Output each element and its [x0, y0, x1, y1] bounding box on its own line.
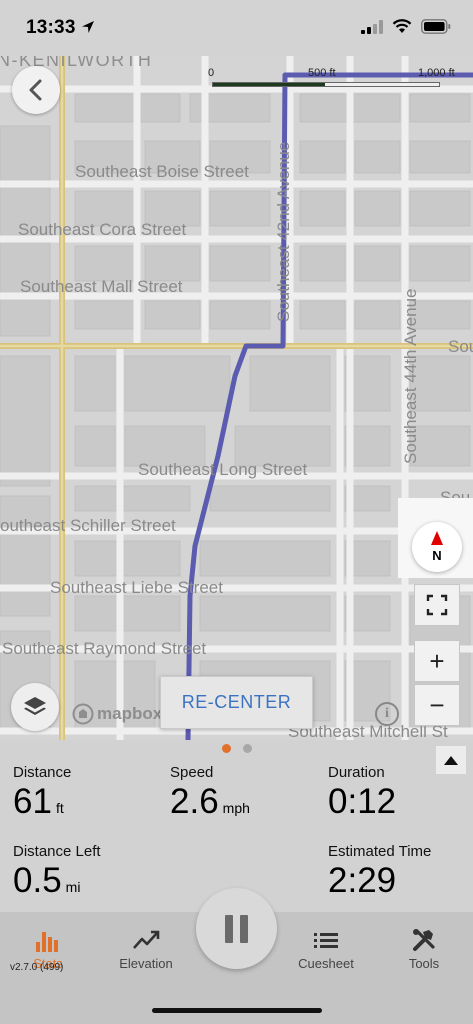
tab-tools-label: Tools [408, 956, 440, 971]
street-label-mall: Southeast Mall Street [20, 277, 183, 296]
status-bar: 13:33 [0, 0, 473, 56]
caret-up-icon [444, 755, 458, 765]
chevron-left-icon [29, 79, 42, 101]
fullscreen-button[interactable] [414, 584, 460, 626]
scale-label-zero: 0 [208, 67, 215, 79]
tab-cuesheet-label: Cuesheet [298, 956, 354, 971]
stat-distance-left-value-row: 0.5 mi [13, 861, 101, 901]
compass-button[interactable]: N [412, 522, 462, 572]
scale-bar-track [212, 82, 440, 87]
stat-duration-label: Duration [328, 764, 385, 781]
zoom-in-button[interactable]: + [414, 640, 460, 682]
stat-distance-left-unit: mi [65, 879, 81, 895]
page-dot-inactive [243, 744, 252, 753]
street-label-sou-top: Sou [448, 337, 473, 356]
stat-estimated-time-value: 2:29 [328, 861, 397, 900]
compass-label: N [432, 548, 442, 563]
pause-icon-bar-right [240, 914, 248, 943]
stat-distance-value: 61 [13, 782, 52, 821]
stat-distance-value-row: 61 ft [13, 782, 71, 822]
street-label-42nd: Southeast 42nd Avenue [274, 141, 293, 322]
stat-distance-label: Distance [13, 764, 72, 781]
stat-speed-value-row: 2.6 mph [170, 782, 250, 822]
recenter-button[interactable]: RE-CENTER [160, 676, 313, 729]
stat-speed-label: Speed [170, 764, 214, 781]
street-label-boise: Southeast Boise Street [75, 162, 249, 181]
zoom-out-button[interactable]: − [414, 684, 460, 726]
status-icons [361, 19, 451, 34]
mapbox-logo[interactable]: mapbox [72, 703, 162, 725]
status-time: 13:33 [26, 17, 76, 38]
street-label-raymond: Southeast Raymond Street [2, 639, 207, 658]
stat-distance-unit: ft [55, 800, 64, 816]
back-button[interactable] [12, 66, 60, 114]
layers-button[interactable] [11, 683, 59, 731]
stat-estimated-time: Estimated Time 2:29 [328, 843, 431, 901]
stat-duration-value: 0:12 [328, 782, 397, 821]
pause-button[interactable] [196, 888, 277, 969]
expand-panel-button[interactable] [436, 746, 466, 774]
stat-distance-left: Distance Left 0.5 mi [13, 843, 101, 901]
stat-speed-value: 2.6 [170, 782, 219, 821]
mapbox-icon [72, 703, 94, 725]
stat-speed-unit: mph [222, 800, 250, 816]
bar-chart-icon [36, 932, 58, 952]
page-indicator[interactable] [222, 744, 252, 753]
pause-icon-bar-left [225, 914, 233, 943]
stat-duration: Duration 0:12 [328, 764, 396, 822]
tools-icon [413, 929, 435, 951]
street-label-long: Southeast Long Street [138, 460, 308, 479]
stat-distance-left-label: Distance Left [13, 843, 101, 860]
trend-line-icon [133, 930, 160, 949]
street-label-44th: Southeast 44th Avenue [401, 288, 420, 464]
stat-distance: Distance 61 ft [13, 764, 71, 822]
home-indicator[interactable] [152, 1008, 322, 1013]
stat-distance-left-value: 0.5 [13, 861, 62, 900]
street-label-liebe: Southeast Liebe Street [50, 578, 223, 597]
tab-elevation-label: Elevation [119, 956, 173, 971]
street-label-schiller: outheast Schiller Street [0, 516, 176, 535]
cellular-signal-icon [361, 19, 383, 34]
scale-bar-fill [213, 83, 325, 86]
mapbox-wordmark: mapbox [97, 704, 163, 723]
battery-icon [421, 19, 451, 34]
fullscreen-icon [426, 594, 448, 616]
stat-estimated-time-label: Estimated Time [328, 843, 432, 860]
tab-bar: Stats v2.7.0 (499) Elevation Cuesheet To… [0, 888, 473, 1024]
tab-elevation[interactable]: Elevation [101, 928, 191, 971]
scale-label-mid: 500 ft [308, 67, 336, 79]
scale-bar: 0 500 ft 1,000 ft [208, 67, 460, 89]
tab-tools[interactable]: Tools [379, 928, 469, 971]
attribution-info-icon[interactable]: i [375, 702, 399, 726]
stats-panel: Distance 61 ft Speed 2.6 mph Duration 0:12… [0, 740, 473, 912]
location-arrow-icon [82, 21, 94, 33]
tab-cuesheet[interactable]: Cuesheet [281, 928, 371, 971]
stat-speed: Speed 2.6 mph [170, 764, 250, 822]
list-icon [314, 933, 338, 948]
version-label: v2.7.0 (499) [10, 962, 64, 973]
north-arrow-icon [431, 531, 443, 545]
wifi-icon [392, 19, 412, 33]
layers-icon [24, 697, 46, 715]
page-dot-active [222, 744, 231, 753]
scale-label-max: 1,000 ft [418, 67, 455, 79]
street-label-cora: Southeast Cora Street [18, 220, 187, 239]
map-view[interactable]: N-KENILWORTH Southeast Boise Street Sout… [0, 56, 473, 740]
